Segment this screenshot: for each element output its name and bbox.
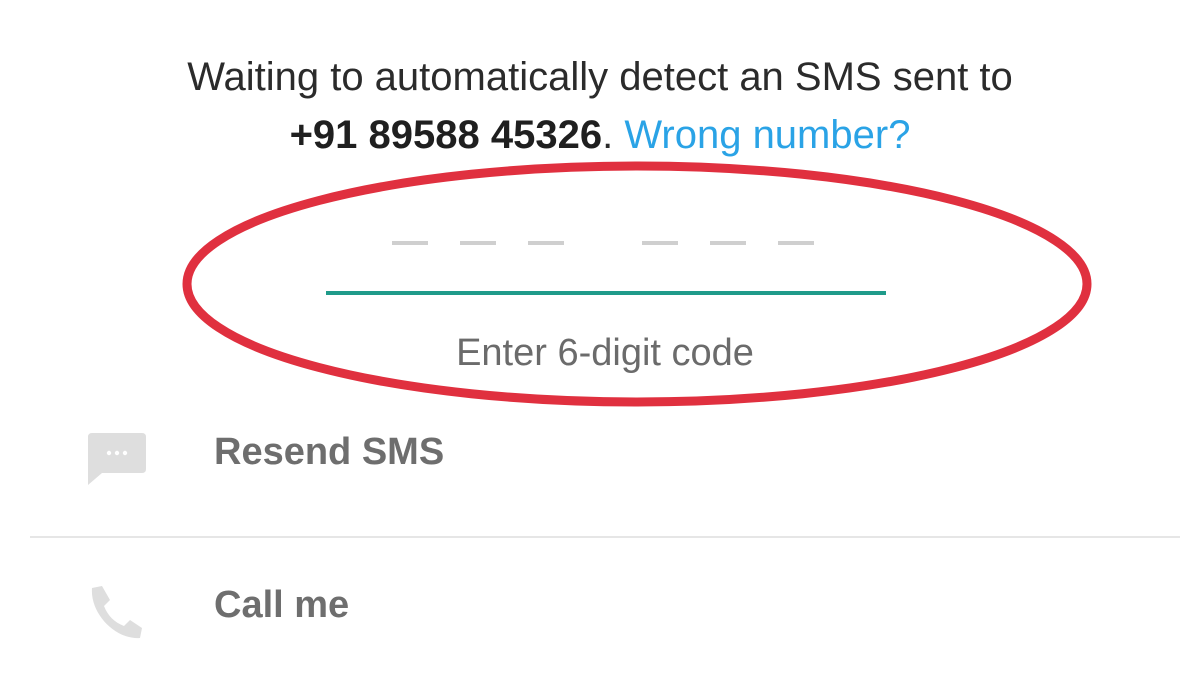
phone-number: +91 89588 45326	[289, 113, 603, 157]
digit-placeholder-3	[528, 241, 564, 245]
phone-period: .	[602, 113, 614, 157]
code-hint: Enter 6-digit code	[456, 332, 754, 374]
resend-sms-label: Resend SMS	[214, 431, 445, 473]
code-input-field[interactable]	[326, 215, 886, 297]
code-input-underline	[326, 291, 886, 295]
digit-placeholder-5	[710, 241, 746, 245]
wrong-number-link[interactable]: Wrong number?	[624, 113, 910, 157]
digit-placeholder-1	[392, 241, 428, 245]
message-icon	[88, 433, 146, 485]
resend-sms-option[interactable]: Resend SMS	[0, 409, 1200, 499]
digit-placeholder-4	[642, 241, 678, 245]
message-line-1: Waiting to automatically detect an SMS s…	[0, 48, 1200, 106]
divider	[30, 536, 1180, 538]
call-me-label: Call me	[214, 584, 350, 626]
phone-icon	[91, 586, 142, 639]
call-me-option[interactable]: Call me	[0, 562, 1200, 652]
digit-placeholder-6	[778, 241, 814, 245]
digit-placeholder-2	[460, 241, 496, 245]
message-text: Waiting to automatically detect an SMS s…	[187, 55, 1013, 99]
verification-message: Waiting to automatically detect an SMS s…	[0, 48, 1200, 164]
message-line-2: +91 89588 45326. Wrong number?	[0, 106, 1200, 164]
